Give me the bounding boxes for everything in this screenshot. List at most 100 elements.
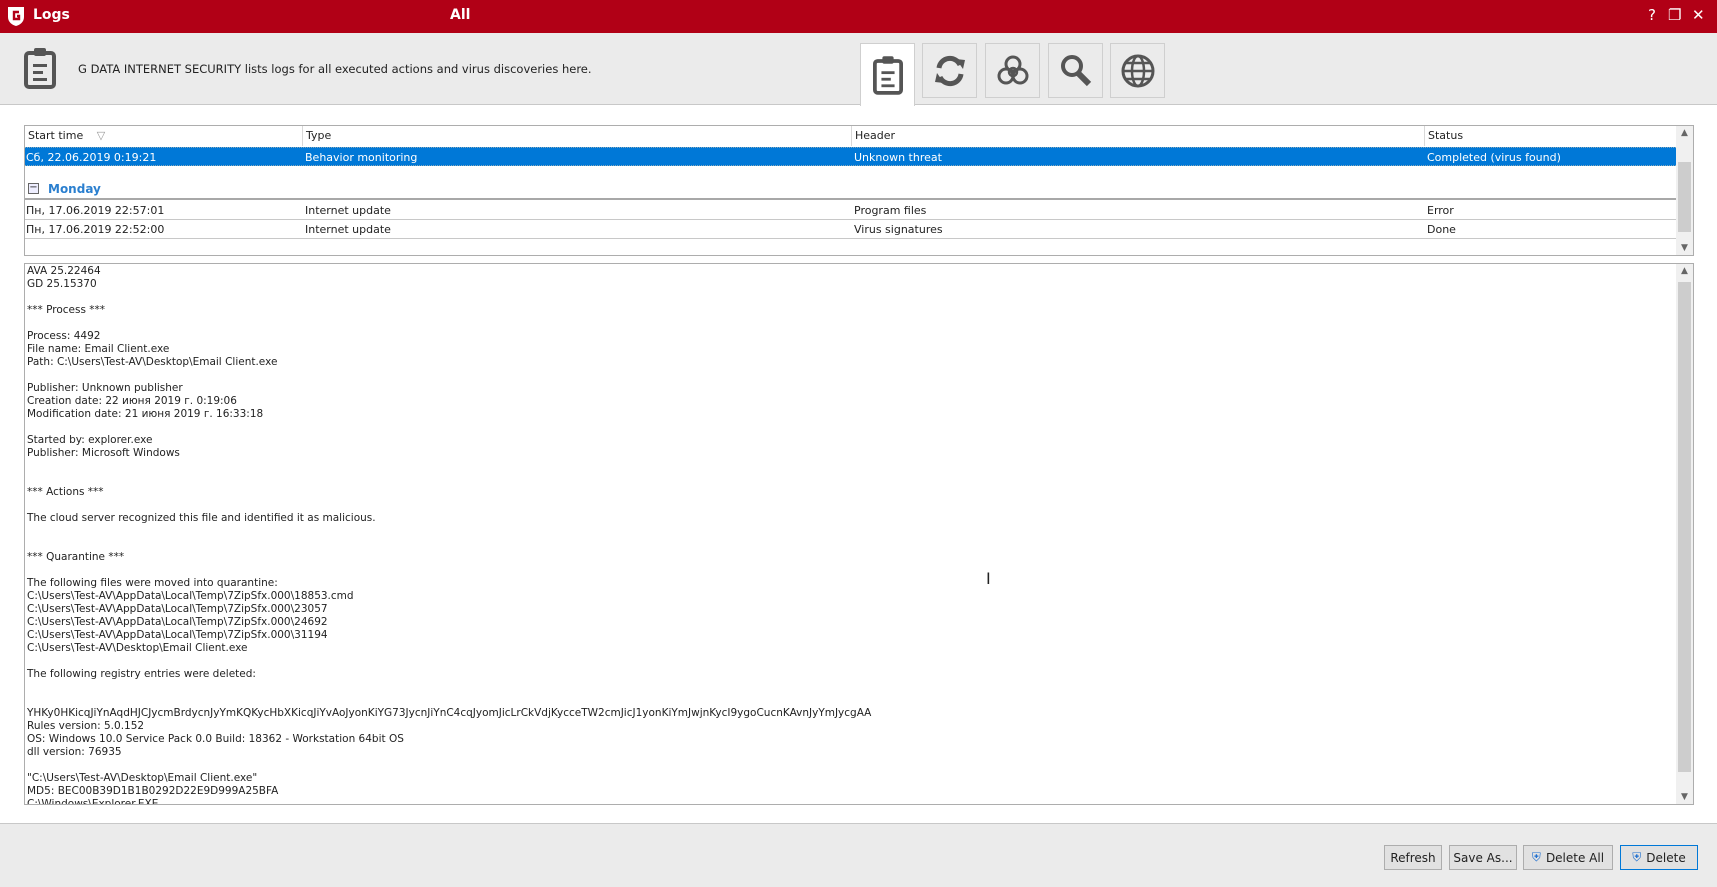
cell-start-time: Пн, 17.06.2019 22:52:00 [26, 223, 165, 236]
scroll-down-icon[interactable]: ▼ [1676, 243, 1693, 253]
cell-type: Behavior monitoring [305, 151, 418, 164]
details-scrollbar[interactable]: ▲ ▼ [1676, 264, 1693, 804]
detail-line: Creation date: 22 июня 2019 г. 0:19:06 [27, 395, 237, 407]
table-scrollbar[interactable]: ▲ ▼ [1676, 126, 1693, 255]
title-bar: Logs All ? ❐ ✕ [0, 0, 1717, 33]
detail-line: AVA 25.22464 [27, 265, 101, 277]
uac-shield-icon: ⛨ [1632, 850, 1642, 864]
detail-line: The following files were moved into quar… [27, 577, 278, 589]
restore-button[interactable]: ❐ [1668, 6, 1681, 24]
detail-line: C:\Users\Test-AV\AppData\Local\Temp\7Zip… [27, 616, 328, 628]
column-header-header[interactable]: Header [852, 126, 1425, 146]
save-as-button[interactable]: Save As... [1449, 845, 1517, 870]
header-description: G DATA INTERNET SECURITY lists logs for … [78, 62, 592, 76]
table-row[interactable]: Пн, 17.06.2019 22:52:00 Internet update … [25, 220, 1676, 239]
detail-line [27, 499, 871, 512]
group-header-monday[interactable]: − Monday [25, 178, 1676, 200]
text-cursor-icon: I [986, 569, 991, 588]
cell-start-time: Пн, 17.06.2019 22:57:01 [26, 204, 165, 217]
detail-line: OS: Windows 10.0 Service Pack 0.0 Build:… [27, 733, 404, 745]
cell-type: Internet update [305, 204, 391, 217]
button-label: Delete All [1545, 850, 1605, 865]
scrollbar-thumb[interactable] [1678, 282, 1691, 772]
detail-line [27, 538, 871, 551]
detail-line: Process: 4492 [27, 330, 101, 342]
detail-line: *** Quarantine *** [27, 551, 125, 563]
tab-virus-logs[interactable] [985, 43, 1040, 98]
biohazard-icon [997, 55, 1028, 84]
column-header-start-time[interactable]: Start time ▽ [25, 126, 303, 146]
log-details-pane[interactable]: AVA 25.22464 GD 25.15370 *** Process *** Pr… [24, 263, 1694, 805]
cell-header: Program files [854, 204, 927, 217]
table-row[interactable]: Пн, 17.06.2019 22:57:01 Internet update … [25, 201, 1676, 220]
detail-line [27, 369, 871, 382]
collapse-toggle[interactable]: − [28, 183, 39, 194]
button-label: Delete [1646, 850, 1686, 865]
column-label: Start time [28, 129, 84, 142]
detail-line: C:\Users\Test-AV\AppData\Local\Temp\7Zip… [27, 590, 354, 602]
delete-all-button[interactable]: ⛨ Delete All [1523, 845, 1613, 870]
detail-line: C:\Windows\Explorer.EXE [27, 798, 159, 805]
clipboard-icon [24, 48, 56, 89]
close-button[interactable]: ✕ [1692, 6, 1705, 24]
detail-line [27, 460, 871, 473]
cell-status: Done [1427, 223, 1456, 236]
detail-line [27, 694, 871, 707]
detail-line: File name: Email Client.exe [27, 343, 170, 355]
cell-start-time: Сб, 22.06.2019 0:19:21 [26, 151, 157, 164]
detail-line: dll version: 76935 [27, 746, 122, 758]
detail-line: The cloud server recognized this file an… [27, 512, 376, 524]
detail-line [27, 317, 871, 330]
bottom-bar: Refresh Save As... ⛨ Delete All ⛨ Delete [0, 823, 1717, 887]
detail-line [27, 421, 871, 434]
scroll-down-icon[interactable]: ▼ [1676, 792, 1693, 802]
cell-header: Unknown threat [854, 151, 942, 164]
refresh-icon [934, 55, 965, 86]
scrollbar-thumb[interactable] [1678, 162, 1691, 232]
detail-line [27, 681, 871, 694]
detail-line [27, 564, 871, 577]
group-label: Monday [48, 182, 101, 196]
detail-line: Publisher: Microsoft Windows [27, 447, 180, 459]
scroll-up-icon[interactable]: ▲ [1676, 128, 1693, 138]
tab-web-logs[interactable] [1110, 43, 1165, 98]
detail-line: MD5: BEC00B39D1B1B0292D22E9D999A25BFA [27, 785, 279, 797]
tab-update-logs[interactable] [922, 43, 977, 98]
detail-line: *** Process *** [27, 304, 106, 316]
help-button[interactable]: ? [1648, 6, 1656, 24]
sort-icon: ▽ [96, 129, 106, 142]
refresh-button[interactable]: Refresh [1384, 845, 1442, 870]
clipboard-icon [872, 56, 903, 95]
table-row-selected[interactable]: Сб, 22.06.2019 0:19:21 Behavior monitori… [25, 147, 1676, 166]
tab-all-logs[interactable] [860, 43, 915, 106]
detail-line [27, 655, 871, 668]
log-details-text: AVA 25.22464 GD 25.15370 *** Process *** Pr… [27, 265, 872, 805]
detail-line: *** Actions *** [27, 486, 104, 498]
gdata-logo-icon [8, 7, 24, 26]
scroll-up-icon[interactable]: ▲ [1676, 266, 1693, 276]
detail-line: "C:\Users\Test-AV\Desktop\Email Client.e… [27, 772, 258, 784]
window-title: Logs [33, 7, 70, 23]
search-icon [1060, 54, 1091, 86]
detail-line: YHKy0HKicqJiYnAqdHJCJycmBrdycnJyYmKQKycH… [27, 707, 872, 719]
cell-status: Completed (virus found) [1427, 151, 1561, 164]
tab-scan-logs[interactable] [1048, 43, 1103, 98]
cell-type: Internet update [305, 223, 391, 236]
window-subtitle: All [450, 7, 471, 23]
detail-line: Started by: explorer.exe [27, 434, 153, 446]
detail-line: C:\Users\Test-AV\Desktop\Email Client.ex… [27, 642, 248, 654]
delete-button[interactable]: ⛨ Delete [1620, 845, 1698, 870]
column-header-type[interactable]: Type [303, 126, 852, 146]
detail-line: Path: C:\Users\Test-AV\Desktop\Email Cli… [27, 356, 278, 368]
uac-shield-icon: ⛨ [1531, 850, 1541, 864]
log-table: Start time ▽ Type Header Status Сб, 22.0… [24, 125, 1694, 256]
detail-line [27, 291, 871, 304]
column-header-status[interactable]: Status [1425, 126, 1676, 146]
detail-line [27, 473, 871, 486]
detail-line: C:\Users\Test-AV\AppData\Local\Temp\7Zip… [27, 629, 328, 641]
header-band: G DATA INTERNET SECURITY lists logs for … [0, 33, 1717, 106]
globe-icon [1121, 54, 1154, 87]
detail-line: Modification date: 21 июня 2019 г. 16:33… [27, 408, 264, 420]
detail-line: The following registry entries were dele… [27, 668, 256, 680]
detail-line: GD 25.15370 [27, 278, 97, 290]
